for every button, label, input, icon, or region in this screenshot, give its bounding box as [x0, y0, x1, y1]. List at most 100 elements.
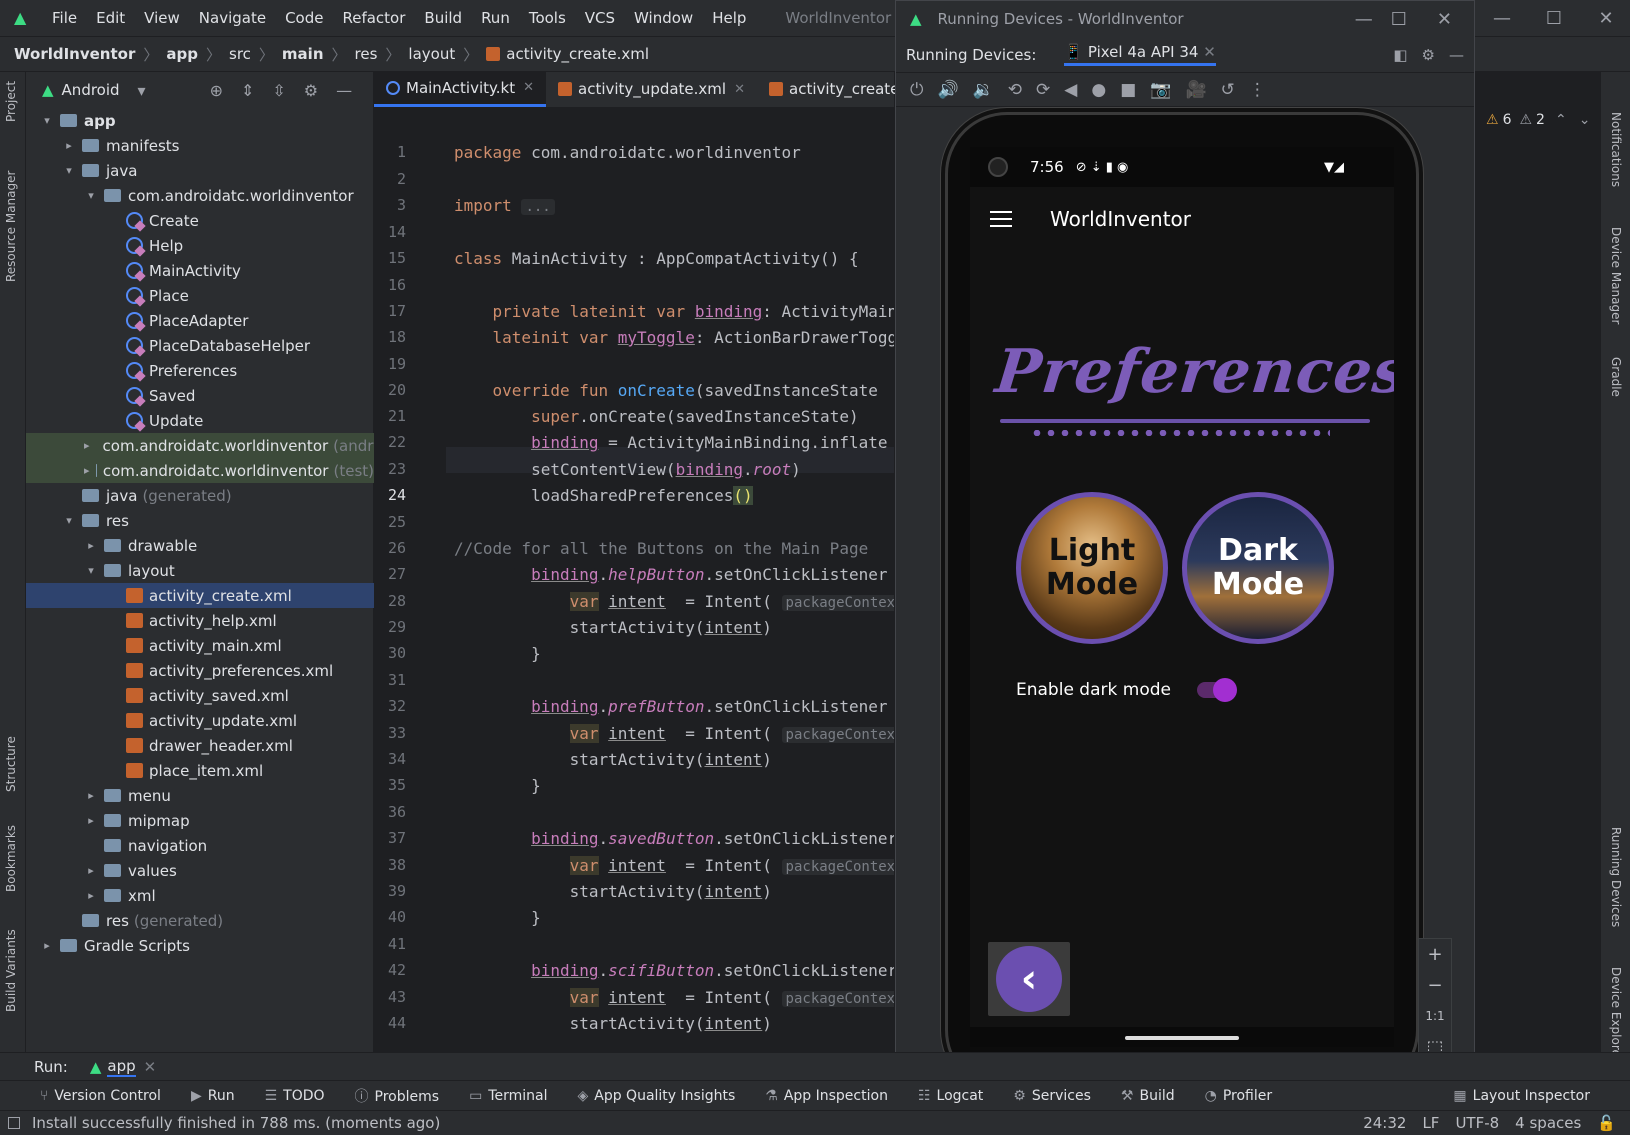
inspection-summary[interactable]: ⚠ 6 ⚠ 2 ⌃ ⌄: [1486, 112, 1590, 128]
hamburger-menu-icon[interactable]: [990, 206, 1012, 232]
more-icon[interactable]: ⋮: [1249, 80, 1266, 100]
tree-item[interactable]: ▾ layout: [26, 558, 374, 583]
tree-item[interactable]: ▸ values: [26, 858, 374, 883]
volume-up-icon[interactable]: 🔊: [937, 80, 958, 100]
tree-item[interactable]: ▸ drawable: [26, 533, 374, 558]
menu-edit[interactable]: Edit: [96, 9, 125, 27]
breadcrumb-src[interactable]: src: [229, 45, 251, 63]
chevron-up-icon[interactable]: ⌃: [1555, 112, 1567, 128]
home-pill[interactable]: [1125, 1036, 1239, 1040]
menu-navigate[interactable]: Navigate: [199, 9, 266, 27]
tab-mainactivity[interactable]: MainActivity.kt ✕: [374, 71, 547, 107]
tw-profiler[interactable]: ◔ Profiler: [1205, 1088, 1273, 1104]
expand-all-icon[interactable]: ⇕: [241, 81, 254, 100]
tw-app-quality[interactable]: ◈ App Quality Insights: [577, 1088, 735, 1104]
tool-project[interactable]: Project: [4, 81, 18, 122]
tree-item[interactable]: PlaceDatabaseHelper: [26, 333, 374, 358]
tree-item[interactable]: activity_saved.xml: [26, 683, 374, 708]
tree-item[interactable]: ▾ app: [26, 108, 374, 133]
breadcrumb-file[interactable]: activity_create.xml: [506, 45, 649, 63]
tool-build-variants[interactable]: Build Variants: [4, 929, 18, 1012]
tree-item[interactable]: Create: [26, 208, 374, 233]
chevron-right-icon[interactable]: ▸: [84, 814, 98, 827]
tree-item[interactable]: Saved: [26, 383, 374, 408]
layout-icon[interactable]: ◧: [1393, 46, 1407, 64]
tool-resource-manager[interactable]: Resource Manager: [4, 171, 18, 282]
maximize-icon[interactable]: ☐: [1528, 8, 1580, 29]
hide-icon[interactable]: —: [1449, 46, 1464, 64]
tree-item[interactable]: activity_main.xml: [26, 633, 374, 658]
tree-item[interactable]: java (generated): [26, 483, 374, 508]
tree-item[interactable]: ▾ res: [26, 508, 374, 533]
close-icon[interactable]: ✕: [1437, 9, 1452, 30]
chevron-down-icon[interactable]: ▾: [62, 164, 76, 177]
chevron-right-icon[interactable]: ▸: [84, 439, 90, 452]
tree-item[interactable]: activity_preferences.xml: [26, 658, 374, 683]
run-config-tab[interactable]: app: [107, 1057, 136, 1077]
line-separator[interactable]: LF: [1422, 1114, 1439, 1132]
tw-build[interactable]: ⚒ Build: [1121, 1088, 1175, 1104]
rotate-left-icon[interactable]: ⟲: [1008, 80, 1022, 100]
gear-icon[interactable]: ⚙: [304, 81, 318, 100]
menu-vcs[interactable]: VCS: [585, 9, 615, 27]
tool-bookmarks[interactable]: Bookmarks: [4, 825, 18, 892]
reset-icon[interactable]: ↺: [1221, 80, 1235, 100]
chevron-down-icon[interactable]: ⌄: [1579, 112, 1591, 128]
tool-running-devices[interactable]: Running Devices: [1609, 827, 1623, 927]
chevron-right-icon[interactable]: ▸: [84, 889, 98, 902]
tree-item[interactable]: navigation: [26, 833, 374, 858]
chevron-right-icon[interactable]: ▸: [40, 939, 54, 952]
tw-app-inspection[interactable]: ⚗ App Inspection: [765, 1088, 888, 1104]
menu-window[interactable]: Window: [634, 9, 693, 27]
tree-item[interactable]: activity_help.xml: [26, 608, 374, 633]
close-icon[interactable]: ✕: [1580, 8, 1630, 29]
tool-gradle[interactable]: Gradle: [1609, 357, 1623, 397]
tool-structure[interactable]: Structure: [4, 736, 18, 792]
minimize-icon[interactable]: —: [1355, 9, 1373, 30]
tw-problems[interactable]: ⓘ Problems: [355, 1086, 440, 1106]
tool-notifications[interactable]: Notifications: [1609, 112, 1623, 187]
tree-item[interactable]: res (generated): [26, 908, 374, 933]
device-tab[interactable]: 📱 Pixel 4a API 34 ✕: [1064, 43, 1216, 66]
minimize-icon[interactable]: —: [1476, 8, 1528, 29]
tw-layout-inspector[interactable]: ▦ Layout Inspector: [1453, 1088, 1590, 1104]
collapse-all-icon[interactable]: ⇳: [272, 81, 285, 100]
maximize-icon[interactable]: ☐: [1391, 9, 1407, 30]
menu-file[interactable]: File: [52, 9, 77, 27]
tree-item[interactable]: activity_create.xml: [26, 583, 374, 608]
menu-build[interactable]: Build: [424, 9, 462, 27]
tree-item[interactable]: ▸ menu: [26, 783, 374, 808]
tree-item[interactable]: PlaceAdapter: [26, 308, 374, 333]
tw-services[interactable]: ⚙ Services: [1013, 1088, 1091, 1104]
chevron-down-icon[interactable]: ▾: [84, 564, 98, 577]
caret-position[interactable]: 24:32: [1363, 1114, 1406, 1132]
tree-item[interactable]: MainActivity: [26, 258, 374, 283]
light-mode-button[interactable]: Light Mode: [1016, 492, 1168, 644]
locate-icon[interactable]: ⊕: [210, 81, 223, 100]
tw-run[interactable]: ▶ Run: [191, 1088, 235, 1104]
close-icon[interactable]: ✕: [1203, 43, 1216, 61]
tree-item[interactable]: ▾ java: [26, 158, 374, 183]
tree-item[interactable]: Help: [26, 233, 374, 258]
code-area[interactable]: package com.androidatc.worldinventor imp…: [454, 108, 894, 1052]
tree-item[interactable]: Place: [26, 283, 374, 308]
zoom-in-button[interactable]: +: [1419, 939, 1451, 970]
home-icon[interactable]: ●: [1091, 80, 1106, 100]
breadcrumb-layout[interactable]: layout: [408, 45, 455, 63]
power-icon[interactable]: ⏻: [910, 80, 923, 100]
tree-item[interactable]: ▸ manifests: [26, 133, 374, 158]
project-view-selector[interactable]: Android: [62, 81, 120, 99]
tool-device-manager[interactable]: Device Manager: [1609, 227, 1623, 324]
status-message[interactable]: Install successfully finished in 788 ms.…: [32, 1114, 440, 1132]
close-icon[interactable]: ✕: [144, 1058, 157, 1076]
close-icon[interactable]: ✕: [523, 80, 534, 95]
menu-view[interactable]: View: [144, 9, 180, 27]
tree-item[interactable]: activity_update.xml: [26, 708, 374, 733]
panel-toggle-icon[interactable]: [8, 1117, 20, 1129]
breadcrumb-app[interactable]: app: [166, 45, 198, 63]
tree-item[interactable]: Preferences: [26, 358, 374, 383]
tree-item[interactable]: ▾ com.androidatc.worldinventor: [26, 183, 374, 208]
tw-logcat[interactable]: ☷ Logcat: [918, 1088, 983, 1104]
breadcrumb-main[interactable]: main: [282, 45, 324, 63]
chevron-right-icon[interactable]: ▸: [62, 139, 76, 152]
